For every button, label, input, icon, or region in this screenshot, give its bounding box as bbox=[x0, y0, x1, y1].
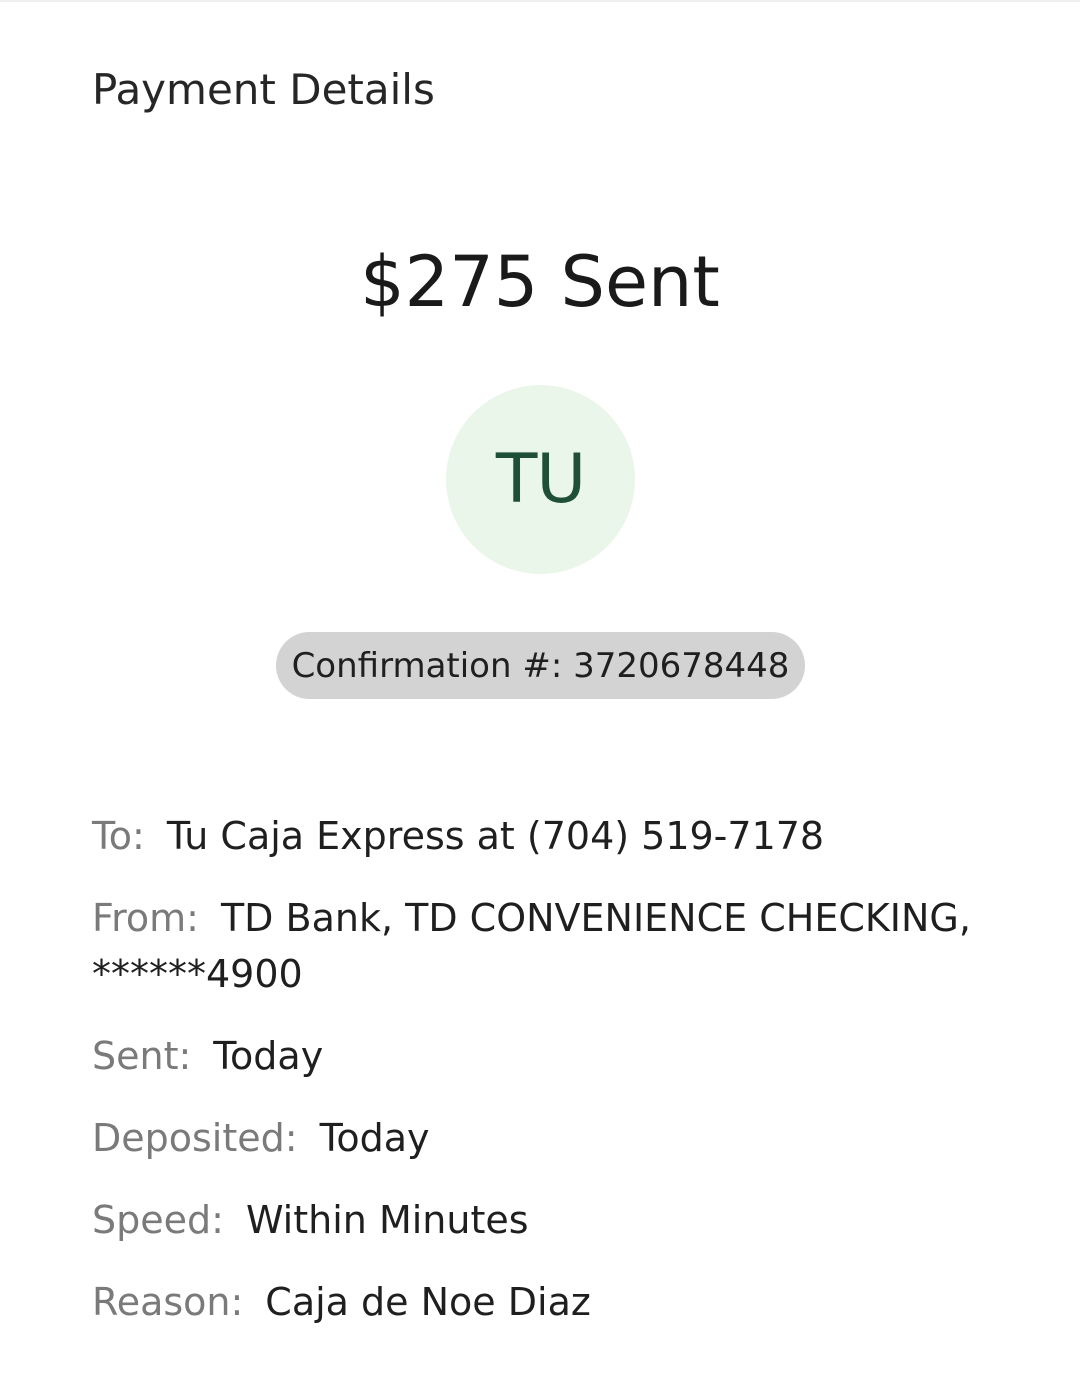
avatar-initials: TU bbox=[495, 439, 586, 519]
page-title: Payment Details bbox=[92, 65, 435, 114]
detail-row-deposited: Deposited: Today bbox=[92, 1110, 992, 1166]
detail-label: To: bbox=[92, 814, 145, 858]
detail-label: Deposited: bbox=[92, 1116, 298, 1160]
recipient-avatar: TU bbox=[446, 385, 635, 574]
detail-value: Today bbox=[213, 1034, 324, 1078]
detail-label: Reason: bbox=[92, 1280, 244, 1324]
detail-row-reason: Reason: Caja de Noe Diaz bbox=[92, 1274, 992, 1330]
amount-sent-heading: $275 Sent bbox=[360, 241, 720, 323]
detail-value: TD Bank, TD CONVENIENCE CHECKING, ******… bbox=[92, 896, 971, 996]
confirmation-label: Confirmation #: bbox=[291, 645, 563, 686]
detail-value: Within Minutes bbox=[245, 1198, 529, 1242]
detail-row-sent: Sent: Today bbox=[92, 1028, 992, 1084]
top-divider bbox=[0, 0, 1080, 2]
detail-row-speed: Speed: Within Minutes bbox=[92, 1192, 992, 1248]
detail-label: Sent: bbox=[92, 1034, 192, 1078]
detail-value: Caja de Noe Diaz bbox=[265, 1280, 591, 1324]
detail-label: From: bbox=[92, 896, 199, 940]
detail-label: Speed: bbox=[92, 1198, 224, 1242]
detail-row-from: From: TD Bank, TD CONVENIENCE CHECKING, *… bbox=[92, 890, 992, 1002]
confirmation-number: 3720678448 bbox=[573, 645, 790, 686]
detail-value: Tu Caja Express at (704) 519-7178 bbox=[166, 814, 825, 858]
detail-row-to: To: Tu Caja Express at (704) 519-7178 bbox=[92, 808, 992, 864]
payment-details-list: To: Tu Caja Express at (704) 519-7178 Fro… bbox=[92, 808, 992, 1356]
confirmation-badge: Confirmation #: 3720678448 bbox=[276, 632, 805, 699]
detail-value: Today bbox=[319, 1116, 430, 1160]
